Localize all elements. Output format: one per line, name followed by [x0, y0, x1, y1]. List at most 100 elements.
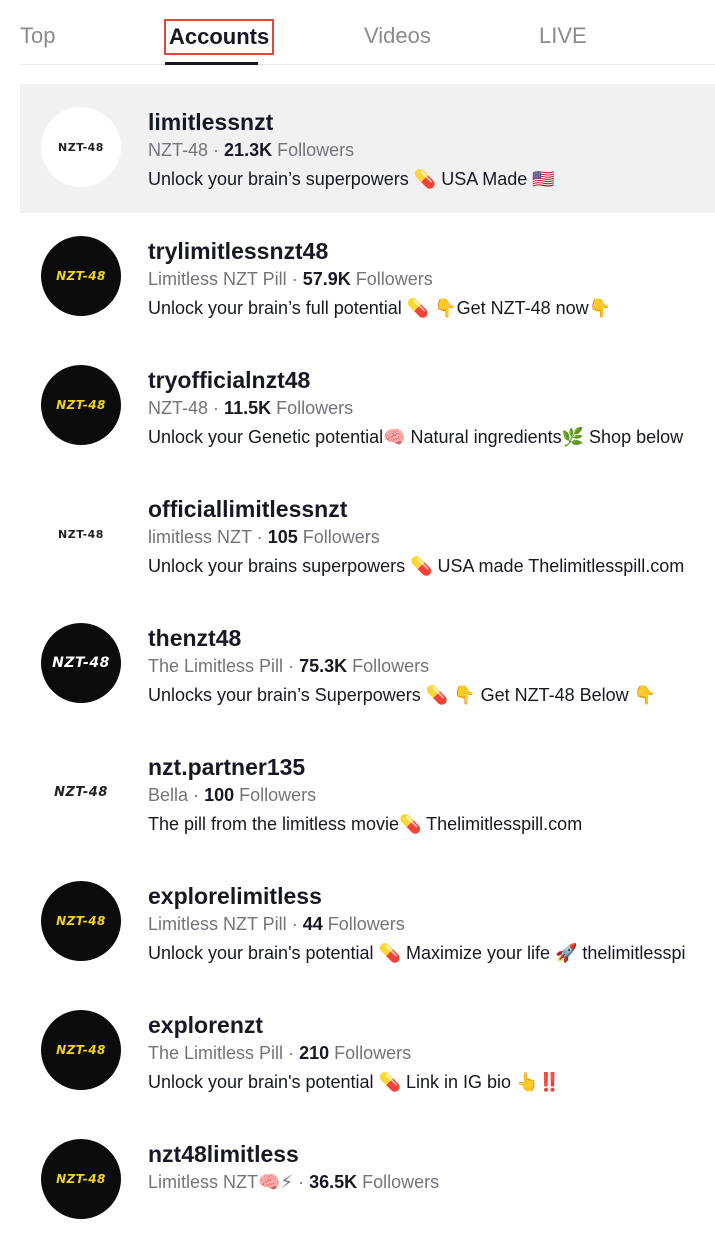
account-nickname: The Limitless Pill [148, 656, 284, 676]
avatar[interactable]: NZT-48 [41, 1139, 121, 1219]
follower-count: 44 [302, 914, 323, 934]
follower-count: 210 [299, 1043, 330, 1063]
account-bio: Unlock your brain’s superpowers 💊 USA Ma… [148, 169, 555, 189]
nzt-48-logo-icon: NZT-48 [56, 1043, 106, 1057]
account-meta: limitless NZT · 105 Followers [148, 525, 715, 549]
account-bio: Unlock your Genetic potential🧠 Natural i… [148, 427, 684, 447]
account-info: thenzt48 The Limitless Pill · 75.3K Foll… [148, 624, 715, 707]
followers-label: Followers [327, 914, 405, 934]
account-username[interactable]: explorelimitless [148, 882, 715, 910]
meta-separator: · [193, 785, 200, 805]
account-username[interactable]: thenzt48 [148, 624, 715, 652]
account-bio: Unlock your brain’s full potential 💊 👇Ge… [148, 298, 612, 318]
avatar[interactable]: NZT-48 [41, 365, 121, 445]
followers-label: Followers [362, 1172, 440, 1192]
account-username[interactable]: officiallimitlessnzt [148, 495, 715, 523]
account-row[interactable]: NZT-48 tryofficialnzt48 NZT-48 · 11.5K F… [20, 342, 715, 471]
search-tabs: Top Accounts Videos LIVE [20, 0, 715, 65]
follower-count: 57.9K [302, 269, 351, 289]
nzt-48-logo-icon: NZT-48 [56, 1172, 106, 1186]
tab-top[interactable]: Top [20, 22, 55, 50]
avatar[interactable]: NZT-48 [41, 494, 121, 574]
account-bio: Unlock your brains superpowers 💊 USA mad… [148, 556, 685, 576]
account-meta: Bella · 100 Followers [148, 783, 715, 807]
account-info: explorenzt The Limitless Pill · 210 Foll… [148, 1011, 715, 1094]
account-meta: Limitless NZT Pill · 44 Followers [148, 912, 715, 936]
account-nickname: Bella [148, 785, 189, 805]
account-info: officiallimitlessnzt limitless NZT · 105… [148, 495, 715, 578]
account-meta: Limitless NZT🧠⚡ · 36.5K Followers [148, 1170, 715, 1194]
meta-separator: · [213, 140, 220, 160]
account-row[interactable]: NZT-48 nzt.partner135 Bella · 100 Follow… [20, 729, 715, 858]
account-row[interactable]: NZT-48 thenzt48 The Limitless Pill · 75.… [20, 600, 715, 729]
account-row[interactable]: NZT-48 limitlessnzt NZT-48 · 21.3K Follo… [20, 84, 715, 213]
followers-label: Followers [239, 785, 317, 805]
avatar[interactable]: NZT-48 [41, 1010, 121, 1090]
tab-videos[interactable]: Videos [364, 22, 431, 50]
followers-label: Followers [277, 140, 355, 160]
meta-separator: · [298, 1172, 305, 1192]
follower-count: 100 [204, 785, 235, 805]
active-tab-indicator [165, 62, 258, 65]
meta-separator: · [288, 656, 295, 676]
account-row[interactable]: NZT-48 officiallimitlessnzt limitless NZ… [20, 471, 715, 600]
account-username[interactable]: tryofficialnzt48 [148, 366, 715, 394]
followers-label: Followers [352, 656, 430, 676]
nzt-48-logo-icon: NZT-48 [58, 140, 104, 154]
meta-separator: · [213, 398, 220, 418]
followers-label: Followers [302, 527, 380, 547]
followers-label: Followers [276, 398, 354, 418]
account-row[interactable]: NZT-48 trylimitlessnzt48 Limitless NZT P… [20, 213, 715, 342]
account-bio: The pill from the limitless movie💊 Theli… [148, 814, 583, 834]
avatar[interactable]: NZT-48 [41, 623, 121, 703]
nzt-48-logo-icon: NZT-48 [56, 269, 106, 283]
meta-separator: · [288, 1043, 295, 1063]
account-meta: The Limitless Pill · 75.3K Followers [148, 654, 715, 678]
account-username[interactable]: limitlessnzt [148, 108, 715, 136]
nzt-48-logo-icon: NZT-48 [52, 655, 110, 671]
avatar[interactable]: NZT-48 [41, 236, 121, 316]
followers-label: Followers [334, 1043, 412, 1063]
avatar[interactable]: NZT-48 [41, 752, 121, 832]
account-info: nzt.partner135 Bella · 100 Followers The… [148, 753, 715, 836]
account-nickname: limitless NZT [148, 527, 252, 547]
avatar[interactable]: NZT-48 [41, 881, 121, 961]
account-row[interactable]: NZT-48 nzt48limitless Limitless NZT🧠⚡ · … [20, 1116, 715, 1245]
nzt-48-logo-icon: NZT-48 [56, 398, 106, 412]
account-bio: Unlock your brain's potential 💊 Link in … [148, 1072, 561, 1092]
account-nickname: Limitless NZT Pill [148, 269, 287, 289]
follower-count: 75.3K [299, 656, 348, 676]
account-username[interactable]: explorenzt [148, 1011, 715, 1039]
nzt-48-logo-icon: NZT-48 [54, 784, 108, 800]
account-nickname: NZT-48 [148, 398, 209, 418]
follower-count: 105 [267, 527, 298, 547]
meta-separator: · [256, 527, 263, 547]
follower-count: 21.3K [224, 140, 273, 160]
account-username[interactable]: trylimitlessnzt48 [148, 237, 715, 265]
account-row[interactable]: NZT-48 explorenzt The Limitless Pill · 2… [20, 987, 715, 1116]
account-info: tryofficialnzt48 NZT-48 · 11.5K Follower… [148, 366, 715, 449]
account-info: nzt48limitless Limitless NZT🧠⚡ · 36.5K F… [148, 1140, 715, 1199]
nzt-48-logo-icon: NZT-48 [58, 527, 104, 541]
account-nickname: NZT-48 [148, 140, 209, 160]
account-row[interactable]: NZT-48 explorelimitless Limitless NZT Pi… [20, 858, 715, 987]
meta-separator: · [291, 269, 298, 289]
account-nickname: Limitless NZT Pill [148, 914, 287, 934]
account-info: limitlessnzt NZT-48 · 21.3K Followers Un… [148, 108, 715, 191]
avatar[interactable]: NZT-48 [41, 107, 121, 187]
account-meta: NZT-48 · 11.5K Followers [148, 396, 715, 420]
account-info: trylimitlessnzt48 Limitless NZT Pill · 5… [148, 237, 715, 320]
account-meta: Limitless NZT Pill · 57.9K Followers [148, 267, 715, 291]
follower-count: 36.5K [309, 1172, 358, 1192]
tab-live[interactable]: LIVE [539, 22, 587, 50]
account-username[interactable]: nzt.partner135 [148, 753, 715, 781]
account-bio: Unlocks your brain’s Superpowers 💊 👇 Get… [148, 685, 657, 705]
nzt-48-logo-icon: NZT-48 [56, 914, 106, 928]
meta-separator: · [291, 914, 298, 934]
account-meta: NZT-48 · 21.3K Followers [148, 138, 715, 162]
follower-count: 11.5K [224, 398, 272, 418]
account-nickname: Limitless NZT🧠⚡ [148, 1172, 294, 1192]
account-username[interactable]: nzt48limitless [148, 1140, 715, 1168]
tab-accounts[interactable]: Accounts [164, 19, 275, 55]
account-info: explorelimitless Limitless NZT Pill · 44… [148, 882, 715, 965]
